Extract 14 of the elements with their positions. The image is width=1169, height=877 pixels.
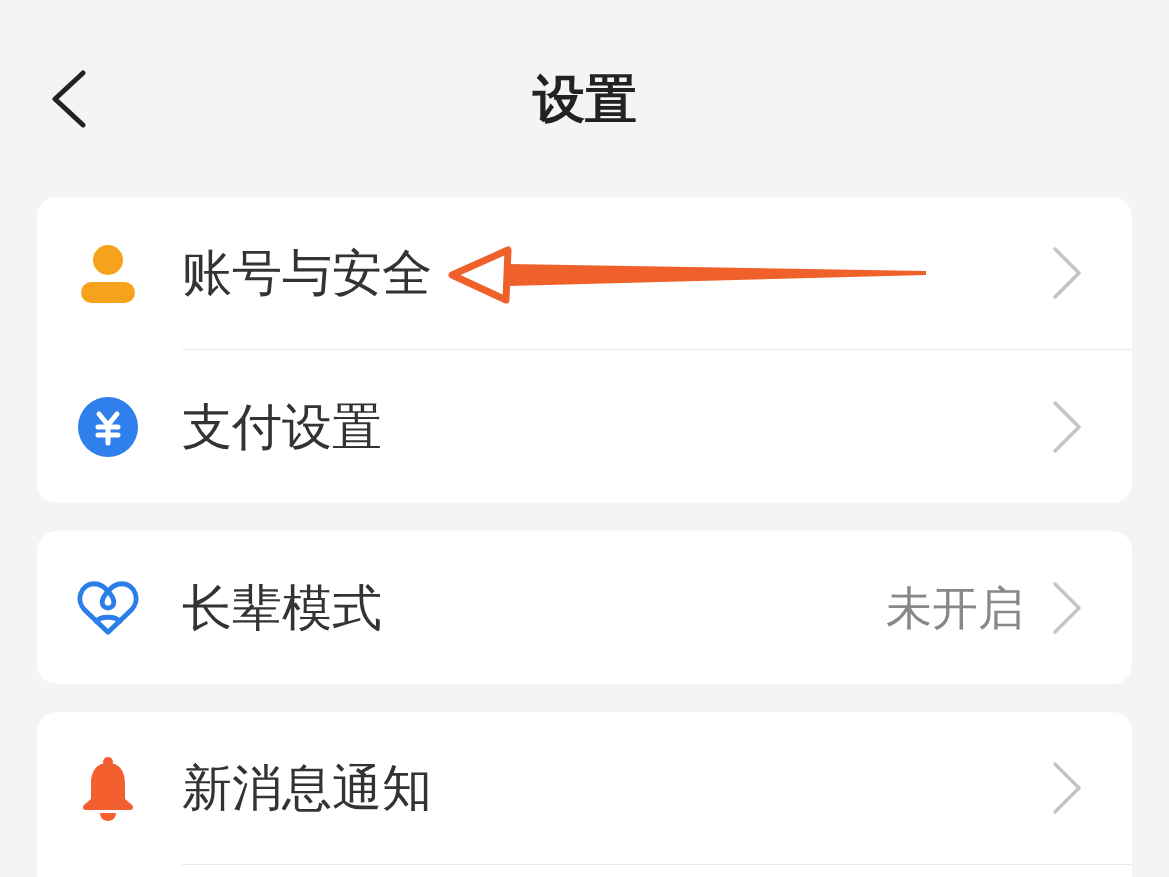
settings-row[interactable]: 长辈模式 未开启	[37, 531, 1132, 684]
chevron-right-icon	[1052, 581, 1082, 634]
chevron-right-icon	[1052, 400, 1082, 453]
chevron-right-icon	[1052, 247, 1082, 299]
yuan-coin-icon	[78, 396, 138, 457]
chevron-right-icon	[1052, 762, 1082, 814]
status-text: 未开启	[886, 584, 1024, 631]
person-icon	[81, 244, 135, 303]
page-title: 设置	[532, 72, 637, 125]
chevron-left-icon	[50, 69, 86, 128]
heart-icon	[77, 578, 139, 637]
settings-row[interactable]: 支付设置	[37, 350, 1132, 503]
settings-row[interactable]: 新消息通知	[37, 712, 1132, 865]
bell-icon	[82, 756, 134, 821]
